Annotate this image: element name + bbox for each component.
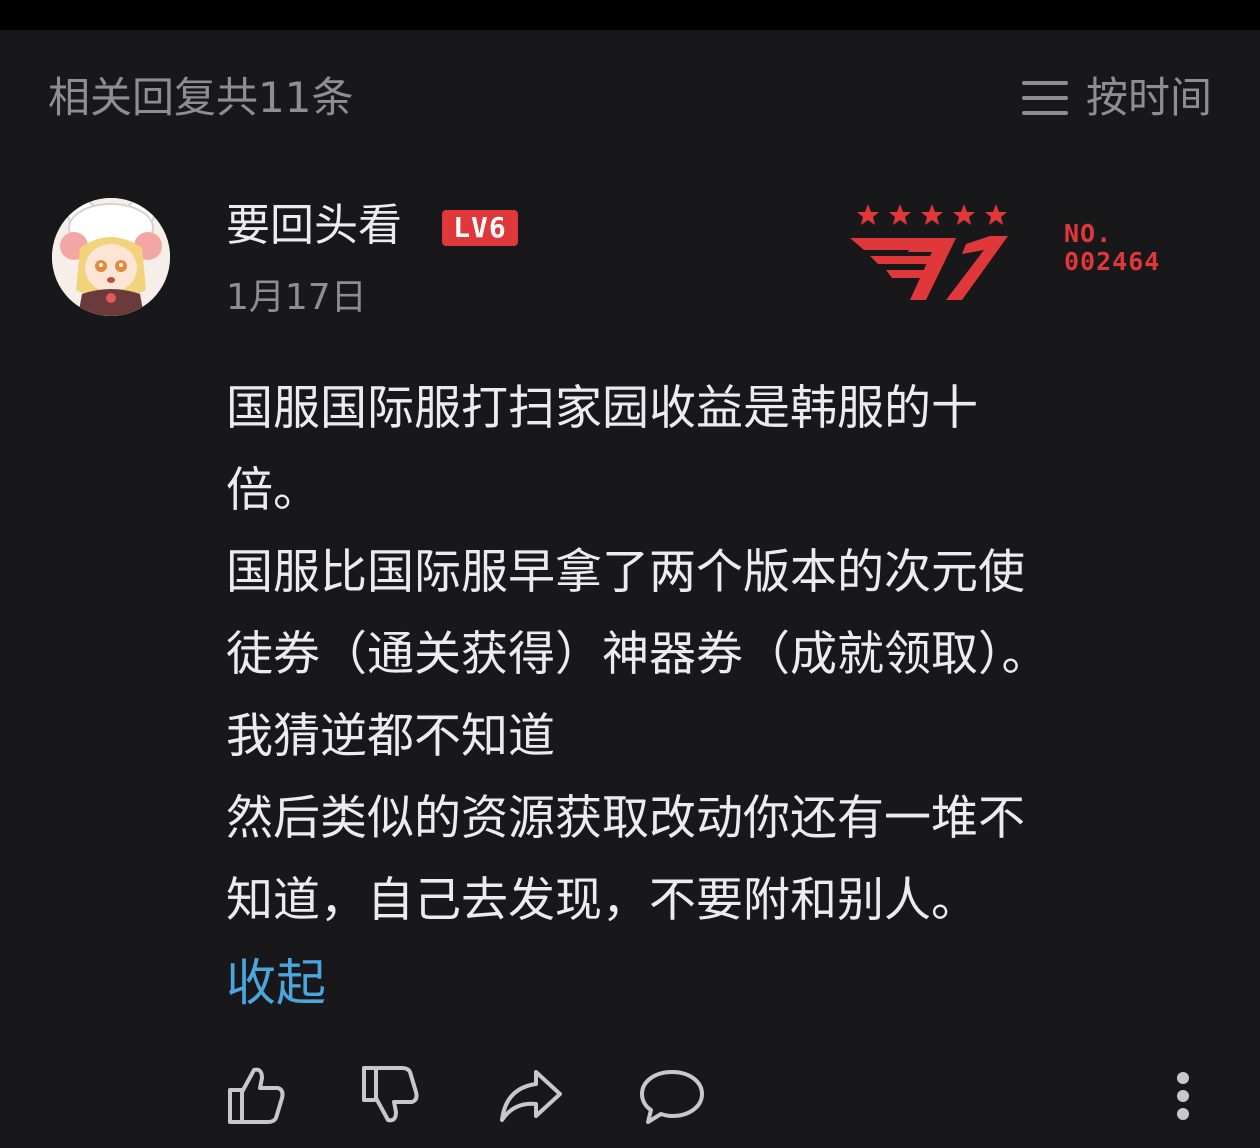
share-button[interactable] — [496, 1060, 568, 1132]
avatar-image — [52, 198, 170, 316]
comment-icon — [640, 1070, 704, 1124]
thumbs-up-icon — [228, 1067, 285, 1124]
more-options-button[interactable] — [1166, 1064, 1200, 1128]
menu-lines-icon — [1021, 81, 1068, 115]
comment-line: 国服国际服打扫家园收益是韩服的十 — [226, 381, 978, 436]
like-button[interactable] — [222, 1060, 294, 1132]
sort-label: 按时间 — [1085, 73, 1212, 122]
reply-count-title: 相关回复共11条 — [48, 73, 354, 122]
comment-line: 知道，自己去发现，不要附和别人。 — [226, 873, 978, 928]
comment-line: 国服比国际服早拿了两个版本的次元使 — [226, 545, 1025, 600]
avatar[interactable] — [52, 198, 170, 316]
sort-by-time-button[interactable]: 按时间 — [1021, 68, 1212, 128]
team-logo-icon — [850, 204, 1008, 300]
badge-no-label: NO. — [1064, 219, 1113, 248]
comment-line: 我猜逆都不知道 — [226, 709, 555, 764]
reply-button[interactable] — [636, 1060, 708, 1132]
comment-date: 1月17日 — [226, 277, 367, 318]
dislike-button[interactable] — [356, 1060, 428, 1132]
comment-line: 倍。 — [226, 463, 320, 518]
comment-line: 徒券（通关获得）神器券（成就领取）。 — [226, 627, 1049, 682]
share-icon — [500, 1070, 562, 1122]
level-badge: LV6 — [442, 210, 518, 246]
badge-number: NO. 002464 — [1064, 220, 1160, 276]
action-bar — [0, 1060, 1260, 1132]
comment-body: 国服国际服打扫家园收益是韩服的十 倍。 国服比国际服早拿了两个版本的次元使 徒券… — [226, 368, 1226, 1024]
fan-badge: NO. 002464 — [848, 198, 1188, 308]
badge-no-value: 002464 — [1064, 247, 1161, 276]
username[interactable]: 要回头看 — [226, 196, 402, 256]
comment-line: 然后类似的资源获取改动你还有一堆不 — [226, 791, 1025, 846]
status-bar — [0, 0, 1260, 30]
thumbs-down-icon — [362, 1066, 419, 1123]
collapse-link[interactable]: 收起 — [226, 942, 326, 1024]
